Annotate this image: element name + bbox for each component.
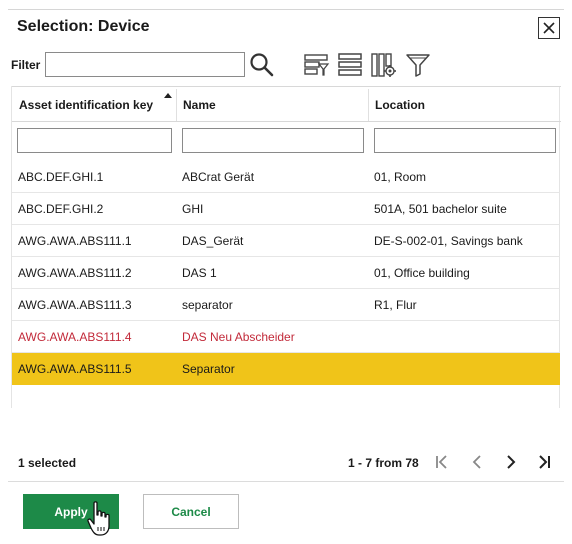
table-row[interactable]: AWG.AWA.ABS111.5 Separator: [12, 353, 560, 385]
next-page-icon[interactable]: [503, 452, 519, 472]
cell-name: GHI: [182, 202, 204, 216]
grid-header: Asset identification key Name Location: [12, 86, 561, 122]
cell-location: 501A, 501 bachelor suite: [374, 202, 507, 216]
cell-asset-key: AWG.AWA.ABS111.5: [18, 362, 132, 376]
cell-name: ABCrat Gerät: [182, 170, 255, 184]
data-grid: Asset identification key Name Location A…: [11, 86, 561, 408]
column-header-label: Location: [375, 98, 425, 112]
cell-location: R1, Flur: [374, 298, 417, 312]
filter-input[interactable]: [45, 52, 245, 77]
first-page-icon[interactable]: [434, 452, 450, 472]
column-filter-location[interactable]: [374, 128, 556, 153]
selected-count: 1 selected: [18, 456, 77, 470]
hand-cursor-icon: [87, 501, 110, 536]
table-row[interactable]: AWG.AWA.ABS111.3 separator R1, Flur: [12, 289, 560, 321]
last-page-icon[interactable]: [536, 452, 552, 472]
footer-divider: [8, 481, 564, 482]
cell-asset-key: ABC.DEF.GHI.1: [18, 170, 104, 184]
cell-name: DAS Neu Abscheider: [182, 330, 295, 344]
cell-name: separator: [182, 298, 233, 312]
cell-asset-key: AWG.AWA.ABS111.2: [18, 266, 132, 280]
cell-name: DAS 1: [182, 266, 217, 280]
funnel-icon[interactable]: [405, 52, 431, 78]
dialog-title: Selection: Device: [17, 18, 150, 35]
table-row[interactable]: ABC.DEF.GHI.1 ABCrat Gerät 01, Room: [12, 161, 560, 193]
previous-page-icon[interactable]: [469, 452, 485, 472]
close-icon: [543, 22, 555, 34]
cell-asset-key: AWG.AWA.ABS111.1: [18, 234, 132, 248]
column-settings-icon[interactable]: [371, 52, 397, 78]
sort-ascending-icon: [164, 93, 172, 98]
cell-asset-key: ABC.DEF.GHI.2: [18, 202, 104, 216]
filter-rows-icon[interactable]: [304, 52, 330, 78]
close-button[interactable]: [538, 17, 560, 39]
column-header-label: Name: [183, 98, 216, 112]
column-header-name[interactable]: Name: [176, 87, 368, 123]
table-row[interactable]: AWG.AWA.ABS111.4 DAS Neu Abscheider: [12, 321, 560, 353]
selection-dialog: Selection: Device Filter Asset identific…: [0, 0, 572, 544]
column-header-asset-key[interactable]: Asset identification key: [12, 87, 176, 123]
column-filter-asset-key[interactable]: [17, 128, 172, 153]
cell-location: 01, Office building: [374, 266, 470, 280]
list-view-icon[interactable]: [337, 52, 363, 78]
cell-location: 01, Room: [374, 170, 427, 184]
table-row[interactable]: AWG.AWA.ABS111.2 DAS 1 01, Office building: [12, 257, 560, 289]
cell-asset-key: AWG.AWA.ABS111.3: [18, 298, 132, 312]
cell-asset-key: AWG.AWA.ABS111.4: [18, 330, 132, 344]
search-icon[interactable]: [249, 52, 275, 78]
cancel-button[interactable]: Cancel: [143, 494, 239, 529]
column-header-label: Asset identification key: [19, 98, 154, 112]
filter-label: Filter: [11, 58, 41, 72]
column-header-location[interactable]: Location: [368, 87, 560, 123]
paging-info: 1 - 7 from 78: [348, 456, 419, 470]
column-filter-name[interactable]: [182, 128, 364, 153]
table-row[interactable]: ABC.DEF.GHI.2 GHI 501A, 501 bachelor suite: [12, 193, 560, 225]
cell-name: DAS_Gerät: [182, 234, 244, 248]
cell-name: Separator: [182, 362, 235, 376]
table-row[interactable]: AWG.AWA.ABS111.1 DAS_Gerät DE-S-002-01, Sa…: [12, 225, 560, 257]
dialog-top-border: [8, 9, 564, 10]
cell-location: DE-S-002-01, Savings bank: [374, 234, 523, 248]
